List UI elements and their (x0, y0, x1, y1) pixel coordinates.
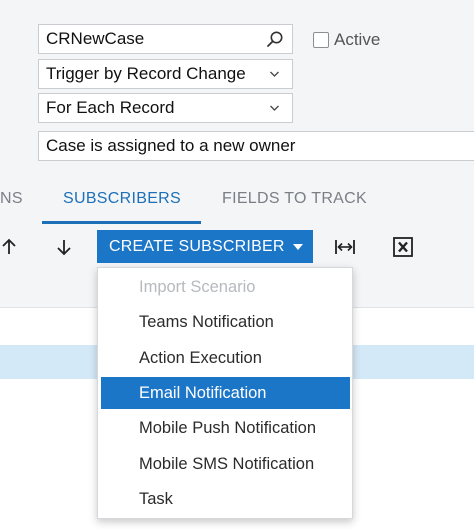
trigger-select[interactable]: Trigger by Record Change (38, 59, 293, 89)
tab-partial[interactable]: NS (0, 190, 23, 208)
tab-bar: NS SUBSCRIBERS FIELDS TO TRACK (0, 178, 474, 224)
menu-item-teams-notification[interactable]: Teams Notification (101, 306, 350, 338)
each-select[interactable]: For Each Record (38, 93, 293, 123)
name-field-value: CRNewCase (46, 29, 145, 48)
menu-item-email-notification[interactable]: Email Notification (101, 377, 350, 409)
arrow-down-icon[interactable] (53, 236, 75, 258)
search-icon[interactable] (266, 30, 284, 48)
toolbar: CREATE SUBSCRIBER (0, 224, 474, 270)
menu-item-import-scenario: Import Scenario (139, 278, 256, 296)
menu-item-mobile-sms-notification[interactable]: Mobile SMS Notification (101, 448, 350, 480)
create-subscriber-menu: Import Scenario Teams Notification Actio… (97, 267, 353, 519)
menu-item-task[interactable]: Task (101, 483, 350, 515)
arrow-up-icon[interactable] (0, 236, 20, 258)
each-select-value: For Each Record (46, 98, 175, 117)
active-label: Active (334, 30, 381, 49)
menu-item-mobile-push-notification[interactable]: Mobile Push Notification (101, 412, 350, 444)
chevron-down-icon (270, 105, 279, 111)
create-subscriber-button[interactable]: CREATE SUBSCRIBER (97, 230, 313, 263)
tab-subscribers[interactable]: SUBSCRIBERS (63, 190, 181, 208)
description-field-value: Case is assigned to a new owner (46, 136, 296, 155)
tab-fields-to-track[interactable]: FIELDS TO TRACK (222, 190, 367, 208)
active-checkbox[interactable] (313, 32, 329, 48)
name-field[interactable]: CRNewCase (38, 24, 293, 54)
create-subscriber-label: CREATE SUBSCRIBER (109, 237, 285, 255)
chevron-down-icon (270, 71, 279, 77)
form-area: CRNewCase Active Trigger by Record Chang… (0, 0, 474, 178)
fit-width-icon[interactable] (334, 236, 356, 258)
description-field[interactable]: Case is assigned to a new owner (38, 131, 474, 161)
trigger-select-value: Trigger by Record Change (46, 64, 246, 83)
menu-item-action-execution[interactable]: Action Execution (101, 342, 350, 374)
caret-down-icon (293, 244, 303, 250)
excel-export-icon[interactable] (392, 236, 414, 258)
active-toggle[interactable]: Active (313, 30, 380, 50)
